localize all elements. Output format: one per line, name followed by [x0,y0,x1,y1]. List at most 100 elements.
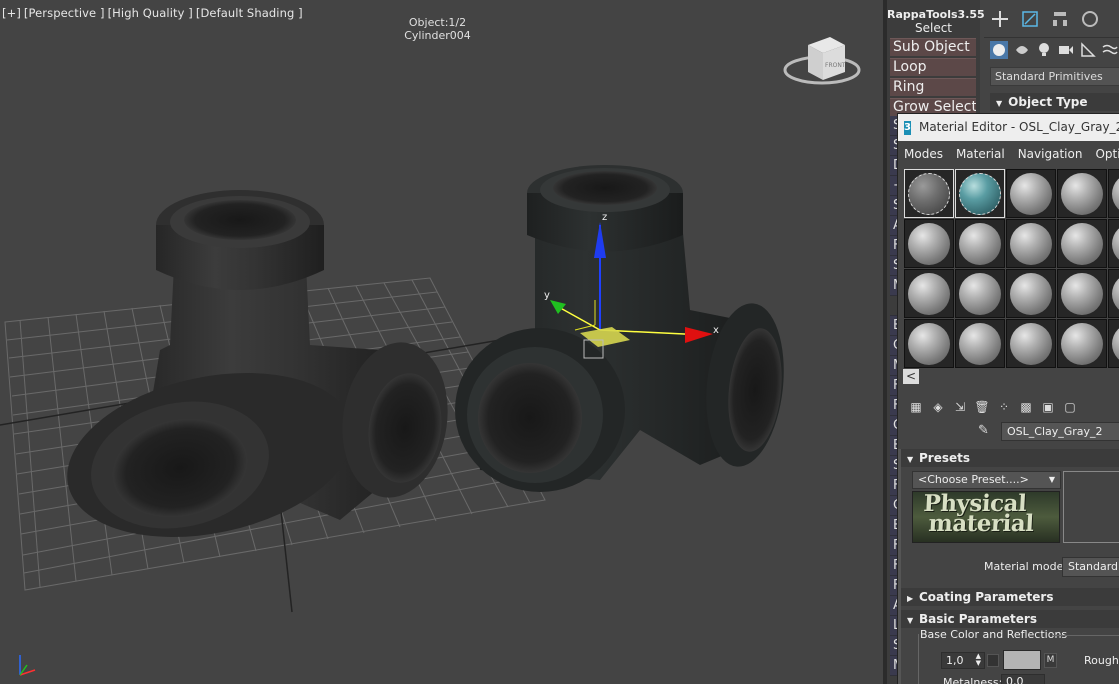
material-editor-titlebar[interactable]: 3 Material Editor - OSL_Clay_Gray_2 [898,114,1119,141]
base-weight-map-button[interactable] [987,654,999,667]
menu-navigation[interactable]: Navigation [1018,147,1083,161]
sample-slot[interactable] [1006,269,1056,318]
material-name-row: ✎ OSL_Clay_Gray_2 [898,422,1119,442]
material-editor-title: Material Editor - OSL_Clay_Gray_2 [918,120,1119,134]
sample-sphere [1010,223,1052,265]
metalness-spinner[interactable]: 0,0 [1001,674,1045,684]
metalness-label: Metalness: [943,676,1003,684]
sample-slot[interactable] [955,269,1005,318]
viewport-general-menu[interactable]: [+] [2,6,21,20]
make-unique-icon[interactable]: ⁘ [996,399,1012,415]
motion-tab-icon[interactable] [1080,9,1100,29]
spinner-arrows-icon[interactable]: ▲ ▼ [976,653,981,667]
sample-slot[interactable] [1057,169,1107,218]
eyedropper-icon[interactable]: ✎ [978,423,994,439]
basic-parameters-rollout[interactable]: ▼ Basic Parameters [901,610,1119,628]
sample-slot[interactable] [1057,319,1107,368]
sample-sphere [1112,323,1119,365]
assign-to-selection-icon[interactable]: ⇲ [952,399,968,415]
object-type-rollout[interactable]: ▼ Object Type [990,93,1119,111]
object-category-dropdown[interactable]: Standard Primitives [990,67,1119,86]
viewport-shading-menu[interactable]: [Default Shading ] [196,6,303,20]
tee-fitting-left[interactable] [52,190,457,561]
lights-icon[interactable] [1036,42,1052,58]
physical-material-logo-text: Physical material [922,492,1035,537]
viewport-label-menu[interactable]: [+] [Perspective ] [High Quality ] [Default… [2,6,306,20]
sample-slot[interactable] [904,169,954,218]
sample-sphere [1061,323,1103,365]
sample-slot[interactable] [1006,219,1056,268]
show-background-icon[interactable]: ▩ [1018,399,1034,415]
sample-slot[interactable] [1006,319,1056,368]
sample-sphere [1061,223,1103,265]
presets-rollout[interactable]: ▼ Presets [901,449,1119,467]
loop-button[interactable]: Loop [890,58,976,76]
rollout-collapse-icon: ▼ [996,99,1003,108]
sample-slot[interactable] [904,319,954,368]
viewport-quality-menu[interactable]: [High Quality ] [108,6,193,20]
sample-slot[interactable] [1108,219,1119,268]
material-id-icon[interactable]: ▢ [1062,399,1078,415]
sample-slot[interactable] [955,169,1005,218]
geometry-icon[interactable] [990,41,1008,59]
create-tab-icon[interactable] [990,9,1010,29]
sample-sphere [1112,273,1119,315]
sample-slot[interactable] [1108,269,1119,318]
viewport-scene[interactable]: x y z FRONT [0,0,883,684]
sample-slot[interactable] [904,269,954,318]
material-editor-menubar: Modes Material Navigation Options [898,141,1119,167]
sample-slot[interactable] [1108,319,1119,368]
delete-material-icon[interactable]: 🗑 [974,399,990,415]
base-color-map-button[interactable]: M [1044,653,1057,668]
base-weight-spinner[interactable]: 1,0 ▲ ▼ [941,652,985,669]
physical-material-logo: Physical material [912,491,1060,543]
viewcube-face-label: FRONT [825,62,846,69]
menu-modes[interactable]: Modes [904,147,943,161]
preset-preview-swatch [1063,471,1119,543]
coating-parameters-rollout[interactable]: ▶ Coating Parameters [901,588,1119,606]
material-name-field[interactable]: OSL_Clay_Gray_2 [1001,422,1119,441]
rollout-collapse-icon: ▼ [907,455,914,464]
sample-slot[interactable] [1057,269,1107,318]
cameras-icon[interactable] [1058,42,1074,58]
sample-sphere [1010,173,1052,215]
sample-sphere [908,273,950,315]
sample-slot[interactable] [904,219,954,268]
sample-sphere [908,173,950,215]
hierarchy-tab-icon[interactable] [1050,9,1070,29]
get-material-icon[interactable]: ▦ [908,399,924,415]
viewcube[interactable]: FRONT [783,37,861,85]
preset-dropdown-value: <Choose Preset....> [918,473,1029,486]
sub-object-button[interactable]: Sub Object [890,38,976,56]
object-count: Object:1/2 [408,16,467,29]
sample-sphere [959,173,1001,215]
perspective-viewport[interactable]: x y z FRONT [+] [Perspective ] [High Quali… [0,0,883,684]
elbow-fitting-selected[interactable] [455,165,791,492]
gizmo-y-label: y [544,290,550,301]
menu-material[interactable]: Material [956,147,1005,161]
sample-slot[interactable] [1006,169,1056,218]
sample-slot[interactable] [1108,169,1119,218]
object-name: Cylinder004 [404,29,471,42]
preset-dropdown[interactable]: <Choose Preset....> ▼ [912,471,1061,489]
helpers-icon[interactable] [1080,42,1096,58]
put-to-scene-icon[interactable]: ◈ [930,399,946,415]
modify-tab-icon[interactable] [1020,9,1040,29]
command-panel-tabs [984,0,1119,38]
ring-button[interactable]: Ring [890,78,976,96]
chevron-down-icon: ▼ [1048,475,1055,484]
sample-slot[interactable] [955,319,1005,368]
rappatools-select-header: Select [914,21,953,35]
save-to-library-icon[interactable]: ▣ [1040,399,1056,415]
logo-line-2: material [927,510,1035,537]
space-warps-icon[interactable] [1102,42,1118,58]
base-color-swatch[interactable] [1003,650,1041,670]
shapes-icon[interactable] [1014,42,1030,58]
sample-sphere [1112,223,1119,265]
material-mode-dropdown[interactable]: Standard [1062,557,1119,577]
viewport-pov-menu[interactable]: [Perspective ] [24,6,105,20]
sample-slot[interactable] [955,219,1005,268]
sample-slot[interactable] [1057,219,1107,268]
slots-scroll-left-button[interactable]: < [903,369,919,384]
menu-options[interactable]: Options [1095,147,1119,161]
